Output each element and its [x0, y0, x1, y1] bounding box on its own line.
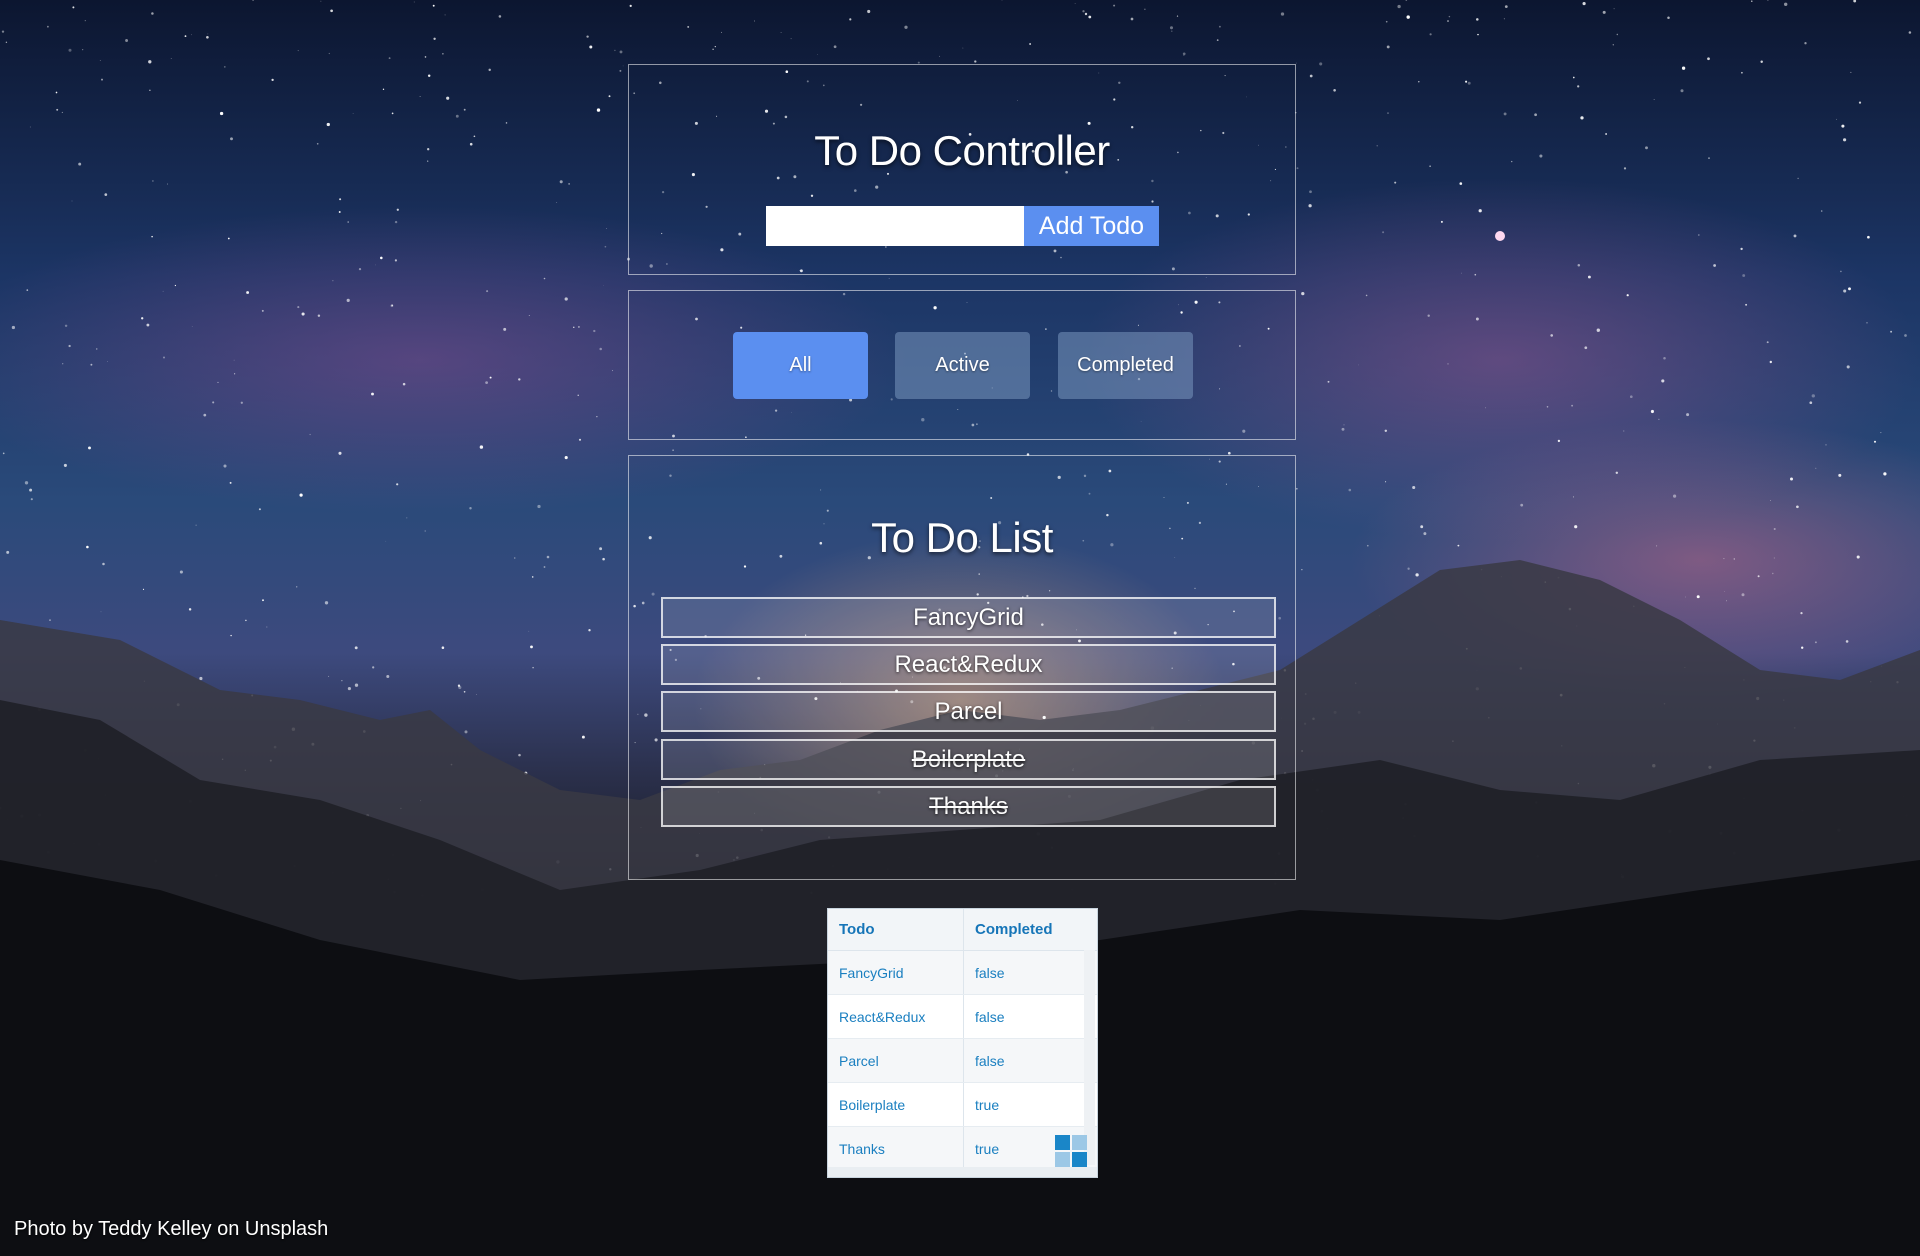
filter-panel: All Active Completed — [628, 290, 1296, 440]
todo-data-grid: Todo Completed FancyGrid false React&Red… — [827, 908, 1098, 1178]
grid-cell-completed[interactable]: false — [964, 995, 1084, 1038]
table-row[interactable]: React&Redux false — [828, 995, 1097, 1039]
todo-list-panel: To Do List FancyGrid React&Redux Parcel … — [628, 455, 1296, 880]
todo-controller-panel: To Do Controller Add Todo — [628, 64, 1296, 275]
grid-column-header-todo[interactable]: Todo — [828, 909, 964, 950]
filter-active-button[interactable]: Active — [895, 332, 1030, 399]
grid-cell-todo[interactable]: Boilerplate — [828, 1083, 964, 1126]
todo-item-completed[interactable]: Thanks — [661, 786, 1276, 827]
grid-header: Todo Completed — [828, 909, 1097, 951]
todo-item[interactable]: React&Redux — [661, 644, 1276, 685]
filter-completed-button[interactable]: Completed — [1058, 332, 1193, 399]
grid-cell-completed[interactable]: true — [964, 1083, 1084, 1126]
photo-credit: Photo by Teddy Kelley on Unsplash — [14, 1218, 329, 1240]
add-todo-button[interactable]: Add Todo — [1024, 206, 1159, 246]
grid-vertical-scrollbar[interactable] — [1084, 950, 1095, 1165]
todo-item[interactable]: Parcel — [661, 691, 1276, 732]
todo-item[interactable]: FancyGrid — [661, 597, 1276, 638]
list-title: To Do List — [871, 514, 1053, 561]
grid-cell-completed[interactable]: false — [964, 1039, 1084, 1082]
grid-cell-todo[interactable]: React&Redux — [828, 995, 964, 1038]
grid-cell-todo[interactable]: Thanks — [828, 1127, 964, 1170]
controller-title: To Do Controller — [814, 127, 1110, 174]
table-row[interactable]: FancyGrid false — [828, 951, 1097, 995]
filter-all-button[interactable]: All — [733, 332, 868, 399]
todo-item-completed[interactable]: Boilerplate — [661, 739, 1276, 780]
table-row[interactable]: Boilerplate true — [828, 1083, 1097, 1127]
fancygrid-logo-icon — [1055, 1135, 1089, 1169]
table-row[interactable]: Parcel false — [828, 1039, 1097, 1083]
grid-cell-todo[interactable]: Parcel — [828, 1039, 964, 1082]
grid-cell-completed[interactable]: false — [964, 951, 1084, 994]
grid-cell-todo[interactable]: FancyGrid — [828, 951, 964, 994]
todo-input[interactable] — [766, 206, 1024, 246]
grid-column-header-completed[interactable]: Completed — [964, 909, 1084, 950]
